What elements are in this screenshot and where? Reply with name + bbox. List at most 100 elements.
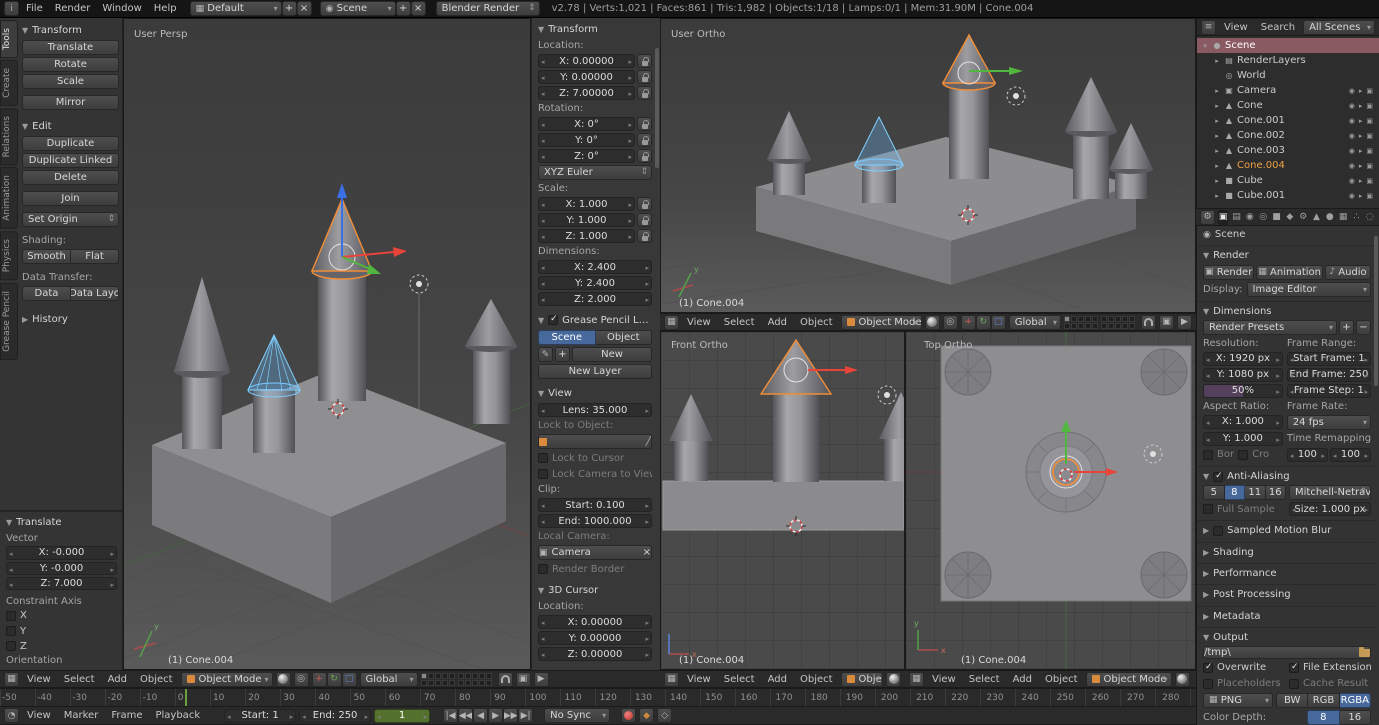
translate-manipulator-icon[interactable]: + xyxy=(311,671,327,687)
rgb-button[interactable]: RGB xyxy=(1308,692,1340,708)
expand-icon[interactable]: ▸ xyxy=(1213,102,1221,110)
viewport-shading-button[interactable] xyxy=(886,671,901,687)
layer-toggle[interactable] xyxy=(1092,315,1098,322)
overwrite-checkbox[interactable] xyxy=(1203,662,1213,673)
scale-z-field[interactable]: Z: 1.000 xyxy=(538,229,635,243)
selectability-toggle-icon[interactable]: ▸ xyxy=(1359,132,1363,140)
aspect-x-field[interactable]: X: 1.000 xyxy=(1203,414,1283,429)
file-extensions-checkbox[interactable] xyxy=(1289,662,1299,673)
rotate-manipulator-icon[interactable]: ↻ xyxy=(975,314,991,330)
layer-toggle[interactable] xyxy=(485,672,492,679)
add-menu[interactable]: Add xyxy=(763,317,792,328)
editor-type-button[interactable]: ▦ xyxy=(4,671,19,687)
join-button[interactable]: Join xyxy=(22,191,119,206)
layer-toggle[interactable] xyxy=(1078,315,1084,322)
insert-keyframe-button[interactable]: ◇ xyxy=(657,708,673,723)
translate-button[interactable]: Translate xyxy=(22,40,119,55)
lock-rotation-z-button[interactable] xyxy=(637,149,652,163)
lock-scale-x-button[interactable] xyxy=(637,197,652,211)
shelf-tab-grease-pencil[interactable]: Grease Pencil xyxy=(0,282,18,360)
outliner-item-Cone.001[interactable]: ▸ ▲ Cone.001 ◉ ▸ ▣ xyxy=(1197,113,1379,128)
location-x-field[interactable]: X: 0.00000 xyxy=(538,54,635,68)
rotation-mode-select[interactable]: XYZ Euler xyxy=(538,165,652,180)
gp-draw-button[interactable]: ✎ xyxy=(538,347,553,362)
panel-header-shading[interactable]: ▶ Shading xyxy=(1203,546,1371,559)
audio-button[interactable]: ♪ Audio xyxy=(1325,264,1371,280)
layer-toggle[interactable] xyxy=(471,672,478,679)
record-button[interactable] xyxy=(621,708,637,723)
vector-x-field[interactable]: X: -0.000 xyxy=(6,546,117,560)
layer-toggle[interactable] xyxy=(448,672,455,679)
expand-icon[interactable]: ▸ xyxy=(1213,147,1221,155)
lamp-object[interactable] xyxy=(1006,86,1026,106)
current-frame-field[interactable]: 1 xyxy=(374,708,431,723)
visibility-toggle-icon[interactable]: ◉ xyxy=(1349,162,1355,170)
aa-samples-16[interactable]: 16 xyxy=(1265,485,1286,501)
crop-checkbox[interactable] xyxy=(1238,449,1249,460)
outliner-item-Cone[interactable]: ▸ ▲ Cone ◉ ▸ ▣ xyxy=(1197,98,1379,113)
render-toggle-icon[interactable]: ▣ xyxy=(1366,102,1373,110)
layer-toggle[interactable] xyxy=(427,679,434,686)
panel-header-render[interactable]: ▼ Render xyxy=(1203,249,1371,262)
view-menu[interactable]: View xyxy=(22,674,56,685)
lock-scale-z-button[interactable] xyxy=(637,229,652,243)
resolution-percentage-slider[interactable]: 50% xyxy=(1203,383,1283,398)
render-opengl-anim-button[interactable]: ▶ xyxy=(1177,314,1192,330)
aspect-y-field[interactable]: Y: 1.000 xyxy=(1203,431,1283,446)
location-z-field[interactable]: Z: 7.00000 xyxy=(538,86,635,100)
transform-orientation-select[interactable]: Global xyxy=(1008,314,1061,330)
frame-end-field[interactable]: End: 250 xyxy=(299,708,372,723)
lock-camera-checkbox[interactable] xyxy=(538,469,548,479)
gp-add-button[interactable]: + xyxy=(555,347,570,362)
set-origin-select[interactable]: Set Origin xyxy=(22,212,119,227)
render-presets-select[interactable]: Render Presets xyxy=(1203,319,1337,335)
bw-button[interactable]: BW xyxy=(1276,692,1309,708)
add-menu[interactable]: Add xyxy=(103,674,132,685)
render-opengl-anim-button[interactable]: ▶ xyxy=(533,671,549,687)
layer-toggle[interactable] xyxy=(471,679,478,686)
cursor-x-field[interactable]: X: 0.00000 xyxy=(538,615,652,629)
sync-mode-select[interactable]: No Sync xyxy=(544,708,611,723)
outliner-item-Scene[interactable]: ▾ ● Scene xyxy=(1197,38,1379,53)
gp-scene-button[interactable]: Scene xyxy=(538,330,596,345)
lock-location-y-button[interactable] xyxy=(637,70,652,84)
timeline-playback-menu[interactable]: Playback xyxy=(150,710,205,721)
scale-button[interactable]: Scale xyxy=(22,74,119,89)
lock-rotation-y-button[interactable] xyxy=(637,133,652,147)
play-button[interactable]: ▶ xyxy=(488,708,504,723)
layer-toggle[interactable] xyxy=(448,679,455,686)
outliner-item-Cone.002[interactable]: ▸ ▲ Cone.002 ◉ ▸ ▣ xyxy=(1197,128,1379,143)
timeline-marker-menu[interactable]: Marker xyxy=(59,710,104,721)
pivot-center-button[interactable]: ◎ xyxy=(942,314,958,330)
transform-orientation-select[interactable]: Global xyxy=(359,671,418,687)
location-y-field[interactable]: Y: 0.00000 xyxy=(538,70,635,84)
info-editor-icon[interactable]: i xyxy=(4,1,19,16)
castle-model[interactable] xyxy=(940,345,1192,602)
eyedropper-icon[interactable]: ╱ xyxy=(646,437,651,447)
layer-toggle[interactable] xyxy=(1129,315,1135,322)
selectability-toggle-icon[interactable]: ▸ xyxy=(1359,162,1363,170)
visibility-toggle-icon[interactable]: ◉ xyxy=(1349,102,1355,110)
placeholders-checkbox[interactable] xyxy=(1203,678,1213,689)
timeline-frame-menu[interactable]: Frame xyxy=(106,710,147,721)
shelf-tab-animation[interactable]: Animation xyxy=(0,167,18,230)
layer-toggle[interactable] xyxy=(1085,322,1091,329)
panel-header-metadata[interactable]: ▶ Metadata xyxy=(1203,610,1371,623)
layer-toggle[interactable] xyxy=(1078,322,1084,329)
tab-object[interactable]: ■ xyxy=(1271,210,1281,225)
panel-header-history[interactable]: ▶ History xyxy=(22,311,119,327)
outliner-item-Cone.003[interactable]: ▸ ▲ Cone.003 ◉ ▸ ▣ xyxy=(1197,143,1379,158)
constraint-z-checkbox[interactable] xyxy=(6,641,16,652)
gp-new-button[interactable]: New xyxy=(572,347,652,362)
layer-toggle[interactable] xyxy=(434,679,441,686)
prev-keyframe-button[interactable]: ◀◀ xyxy=(458,708,474,723)
end-frame-field[interactable]: End Frame: 250 xyxy=(1286,367,1371,382)
render-toggle-icon[interactable]: ▣ xyxy=(1366,132,1373,140)
panel-header-translate-redo[interactable]: ▼ Translate xyxy=(6,515,117,530)
duplicate-button[interactable]: Duplicate xyxy=(22,136,119,151)
rotate-button[interactable]: Rotate xyxy=(22,57,119,72)
local-camera-field[interactable]: ▣ Camera × xyxy=(538,545,652,560)
layer-toggle[interactable] xyxy=(1108,315,1114,322)
object-menu[interactable]: Object xyxy=(1040,674,1083,685)
render-opengl-button[interactable]: ▣ xyxy=(1159,314,1174,330)
